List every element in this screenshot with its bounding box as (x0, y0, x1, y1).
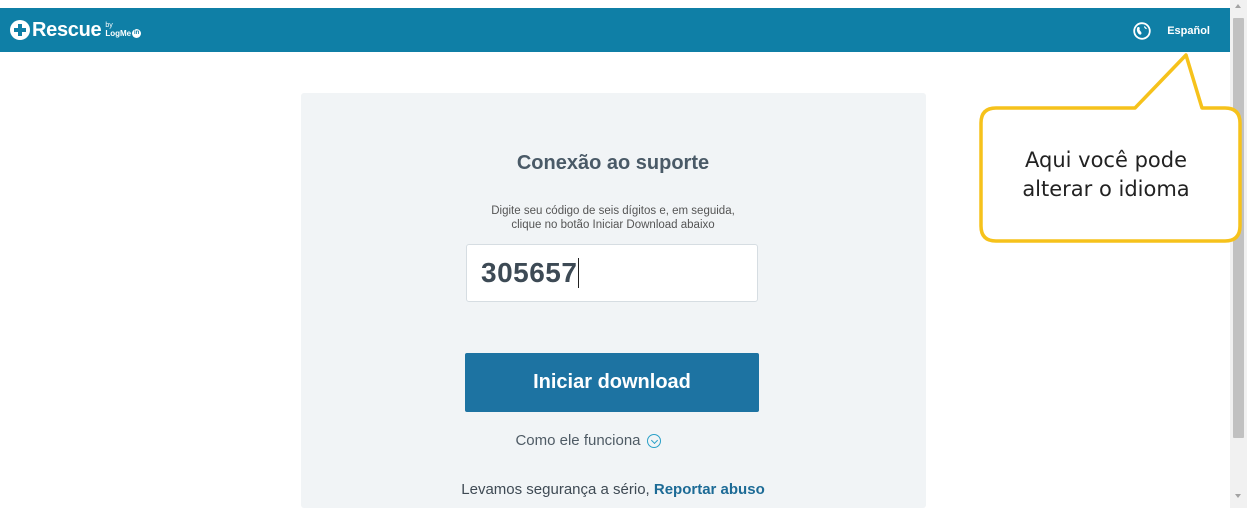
globe-icon (1133, 22, 1151, 40)
vertical-scrollbar[interactable] (1230, 0, 1247, 508)
security-note: Levamos segurança a sério, Reportar abus… (0, 481, 1226, 498)
logo-brand: LogMe in (105, 29, 142, 38)
logo-brand-badge: in (132, 29, 142, 38)
scroll-thumb[interactable] (1233, 18, 1244, 438)
how-it-works-label: Como ele funciona (515, 432, 641, 449)
top-bar: Rescue by LogMe in Español (0, 8, 1230, 52)
code-input[interactable]: 305657 (466, 244, 758, 302)
chevron-down-icon (646, 433, 661, 448)
how-it-works: Como ele funciona (0, 432, 1176, 449)
language-label: Español (1167, 25, 1210, 37)
code-input-value: 305657 (481, 257, 580, 289)
scroll-down-arrow-icon[interactable] (1235, 494, 1241, 498)
how-it-works-link[interactable]: Como ele funciona (515, 432, 661, 449)
callout-text: Aqui você pode alterar o idioma (982, 146, 1230, 204)
start-download-button[interactable]: Iniciar download (465, 353, 759, 412)
logo-by-text: by (105, 22, 113, 29)
instruction-line-1: Digite seu código de seis dígitos e, em … (491, 205, 735, 217)
language-selector[interactable]: Español (1133, 22, 1210, 40)
rescue-logo[interactable]: Rescue by LogMe in (10, 18, 142, 41)
scroll-up-arrow-icon[interactable] (1235, 4, 1241, 8)
logo-brand-text: LogMe (105, 29, 132, 38)
callout-line-2: alterar o idioma (1022, 177, 1190, 201)
logo-word: Rescue (32, 18, 102, 41)
security-text: Levamos segurança a sério, (461, 481, 650, 498)
text-caret (578, 257, 580, 288)
code-text: 305657 (481, 257, 578, 288)
instruction-line-2: clique no botão Iniciar Download abaixo (511, 219, 715, 231)
plus-circle-icon (10, 20, 30, 40)
page: Rescue by LogMe in Español Conexão ao su… (0, 0, 1247, 508)
logo-byline: by LogMe in (105, 22, 142, 38)
report-abuse-link[interactable]: Reportar abuso (654, 481, 765, 498)
instruction-text: Digite seu código de seis dígitos e, em … (0, 204, 1226, 232)
callout-line-1: Aqui você pode (1025, 148, 1187, 172)
